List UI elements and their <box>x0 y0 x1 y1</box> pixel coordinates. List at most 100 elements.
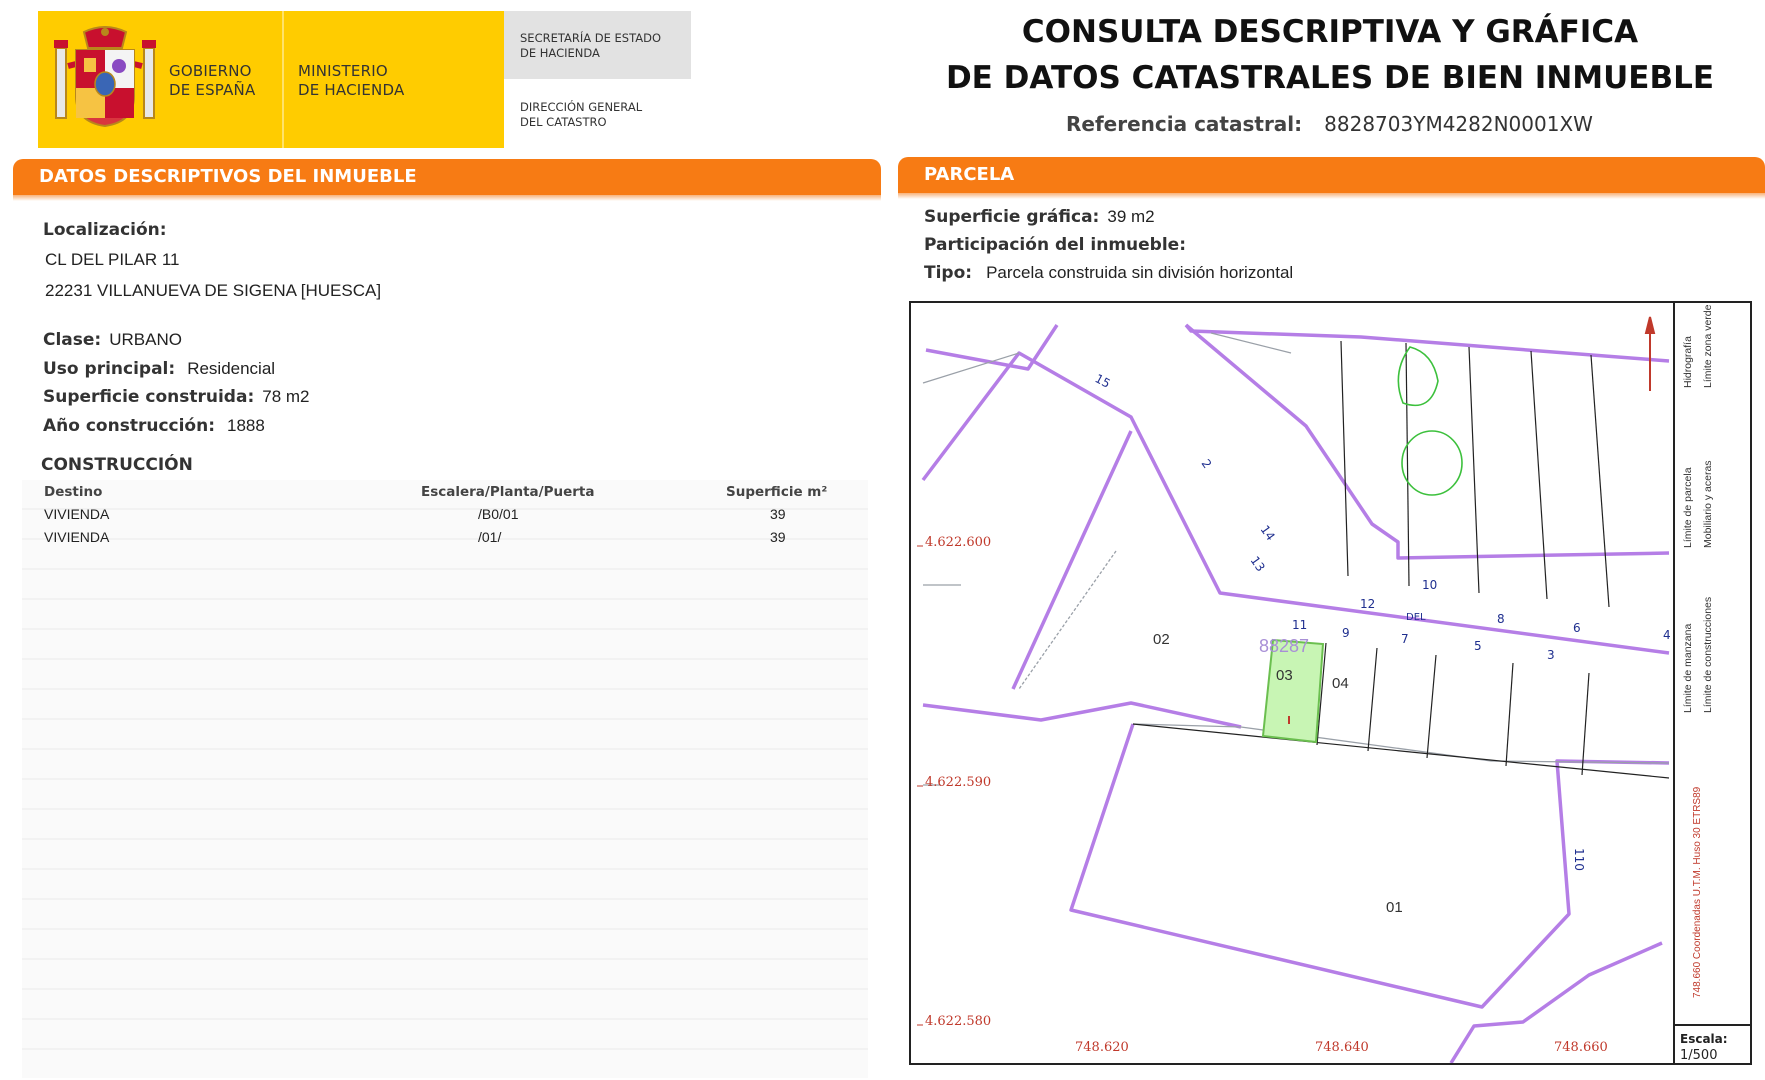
block-label: 88287 <box>1259 636 1309 656</box>
construction-line-8 <box>1426 654 1437 759</box>
legend-construcciones: Límite de construcciones <box>1702 597 1714 713</box>
coord-x-2: 748.640 <box>1315 1040 1369 1055</box>
street-number-13: 13 <box>1248 554 1268 575</box>
table-row-1-superficie: 39 <box>770 506 786 522</box>
parcela-section-title: PARCELA <box>898 157 1765 193</box>
construction-line-7 <box>1367 647 1378 752</box>
parcela-section-shadow <box>898 193 1765 199</box>
sec-line2: DE HACIENDA <box>520 46 600 60</box>
street-number-10: 10 <box>1422 578 1437 592</box>
table-row-2-escalera: /01/ <box>478 529 502 545</box>
direccion-text: DIRECCIÓN GENERAL DEL CATASTRO <box>520 100 642 130</box>
dg-line2: DEL CATASTRO <box>520 115 607 129</box>
block-line-e <box>1011 430 1133 690</box>
construction-line-9 <box>1505 662 1514 767</box>
sidewalk-line-1 <box>1132 723 1670 764</box>
table-row-1-escalera: /B0/01 <box>478 506 519 522</box>
coord-y-1: 4.622.600 <box>925 535 991 550</box>
address-line1: CL DEL PILAR 11 <box>45 250 180 269</box>
parcel-label-02: 02 <box>1153 631 1170 648</box>
block-line-d <box>922 701 1242 729</box>
north-arrow-icon <box>1644 316 1656 391</box>
street-number-14: 14 <box>1258 523 1278 544</box>
clase-label: Clase: <box>43 330 102 350</box>
street-number-15: 15 <box>1093 371 1113 391</box>
construction-line-5 <box>1590 354 1610 608</box>
uso-row: Uso principal: Residencial <box>43 359 275 379</box>
col-header-destino: Destino <box>44 484 103 500</box>
street-number-6: 6 <box>1573 621 1581 635</box>
sidewalk-line-6 <box>1210 332 1292 354</box>
legend-coords-note: 748.660 Coordenadas U.T.M. Huso 30 ETRS8… <box>1692 786 1703 998</box>
street-number-9: 9 <box>1342 626 1350 640</box>
tipo-row: Tipo: Parcela construida sin división hor… <box>924 263 1293 283</box>
street-number-2: 2 <box>1199 457 1215 471</box>
logo-divider <box>282 11 284 148</box>
secretaria-text: SECRETARÍA DE ESTADO DE HACIENDA <box>520 31 661 61</box>
street-number-7: 7 <box>1401 632 1409 646</box>
parcela-superficie-label: Superficie gráfica: <box>924 207 1100 227</box>
ministry-logo-text: MINISTERIO DE HACIENDA <box>298 62 404 100</box>
descriptive-section-header: DATOS DESCRIPTIVOS DEL INMUEBLE <box>13 159 881 201</box>
coord-x-1: 748.620 <box>1075 1040 1129 1055</box>
parcela-section-header: PARCELA <box>898 157 1765 199</box>
legend-mobiliario: Mobiliario y aceras <box>1702 460 1714 548</box>
street-name-del: DEL <box>1406 612 1426 623</box>
green-zone-2 <box>1401 430 1463 496</box>
anio-label: Año construcción: <box>43 416 216 436</box>
block-line-c <box>921 351 1670 655</box>
ministry-line1: MINISTERIO <box>298 62 388 80</box>
anio-row: Año construcción: 1888 <box>43 416 265 436</box>
superficie-row: Superficie construida: 78 m2 <box>43 387 310 407</box>
construction-line-1 <box>1340 340 1349 577</box>
parcel-label-01: 01 <box>1386 899 1403 916</box>
ref-value: 8828703YM4282N0001XW <box>1324 112 1593 136</box>
table-row-1-destino: VIVIENDA <box>44 506 110 522</box>
scale-value: 1/500 <box>1680 1048 1717 1063</box>
street-number-12: 12 <box>1360 597 1375 611</box>
street-number-3: 3 <box>1547 648 1555 662</box>
superficie-value: 78 m2 <box>262 387 310 406</box>
col-header-escalera: Escalera/Planta/Puerta <box>421 484 595 500</box>
page-title-line1: CONSULTA DESCRIPTIVA Y GRÁFICA <box>1021 14 1639 50</box>
uso-label: Uso principal: <box>43 359 176 379</box>
coord-x-3: 748.660 <box>1554 1040 1608 1055</box>
block-line-a <box>1184 323 1670 363</box>
clase-value: URBANO <box>109 330 182 349</box>
block-boundary-top <box>1184 323 1670 560</box>
address-line2: 22231 VILLANUEVA DE SIGENA [HUESCA] <box>45 281 382 300</box>
parcel-label-03: 03 <box>1276 667 1293 684</box>
gov-logo-text: GOBIERNO DE ESPAÑA <box>169 62 255 100</box>
coord-y-3: 4.622.580 <box>925 1014 991 1029</box>
legend-hidrografia: Hidrografía <box>1682 336 1694 388</box>
location-label: Localización: <box>43 220 167 240</box>
construccion-title: CONSTRUCCIÓN <box>41 455 193 475</box>
construccion-table <box>22 480 868 1078</box>
cadastral-map-drawing[interactable]: 15 2 14 13 11 12 10 9 DEL 7 8 5 6 3 4 11… <box>911 303 1750 1063</box>
cadastral-reference: Referencia catastral: 8828703YM4282N0001X… <box>1066 112 1593 136</box>
street-number-5: 5 <box>1474 639 1482 653</box>
anio-value: 1888 <box>227 416 265 435</box>
green-zone-1 <box>1397 346 1439 407</box>
descriptive-section-title: DATOS DESCRIPTIVOS DEL INMUEBLE <box>13 159 881 195</box>
construction-line-4 <box>1530 350 1548 600</box>
street-number-8: 8 <box>1497 612 1505 626</box>
ministry-line2: DE HACIENDA <box>298 81 405 99</box>
sec-line1: SECRETARÍA DE ESTADO <box>520 31 662 45</box>
table-row-2-destino: VIVIENDA <box>44 529 110 545</box>
legend-parcela: Límite de parcela <box>1682 467 1694 548</box>
legend-manzana: Límite de manzana <box>1682 624 1694 713</box>
superficie-label: Superficie construida: <box>43 387 255 407</box>
descriptive-section-shadow <box>13 195 881 201</box>
spain-coat-of-arms-icon <box>54 26 156 128</box>
street-number-110: 110 <box>1572 848 1586 871</box>
street-number-4: 4 <box>1663 628 1671 642</box>
dg-line1: DIRECCIÓN GENERAL <box>520 100 643 114</box>
legend-zona-verde: Límite zona verde <box>1702 304 1714 388</box>
construction-line-2 <box>1405 342 1410 587</box>
coord-y-2: 4.622.590 <box>925 775 991 790</box>
tipo-label: Tipo: <box>924 263 973 283</box>
parcel-label-04: 04 <box>1332 675 1349 692</box>
tipo-value: Parcela construida sin división horizont… <box>986 263 1294 282</box>
participacion-label: Participación del inmueble: <box>924 235 1187 255</box>
